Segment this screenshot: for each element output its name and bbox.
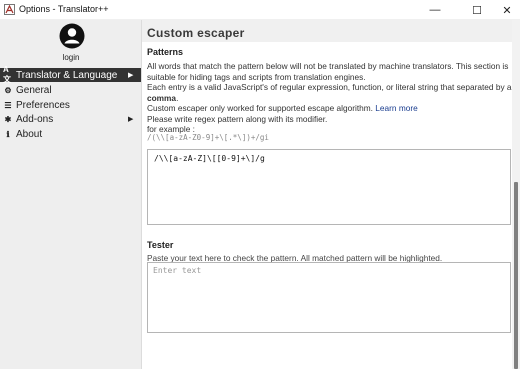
learn-more-link[interactable]: Learn more xyxy=(375,103,417,113)
example-pattern: /(\\[a-zA-Z0-9]+\[.*\])+/gi xyxy=(147,133,269,142)
chevron-right-icon: ▶ xyxy=(128,116,134,123)
patterns-description: All words that match the pattern below w… xyxy=(147,61,512,135)
tester-heading: Tester xyxy=(147,240,174,250)
settings-content: Custom escaper Patterns All words that m… xyxy=(142,20,512,369)
section-title: Custom escaper xyxy=(147,26,245,40)
title-bar: Options - Translator++ — ☐ ✕ xyxy=(0,0,520,20)
patterns-heading: Patterns xyxy=(147,47,184,57)
gear-icon: ⚙ xyxy=(4,85,12,95)
sidebar-item-label: About xyxy=(16,128,43,140)
sidebar-item-label: Add-ons xyxy=(16,113,54,125)
maximize-button[interactable]: ☐ xyxy=(460,0,494,20)
scrollbar-thumb[interactable] xyxy=(514,182,518,369)
minimize-button[interactable]: — xyxy=(418,0,452,20)
sidebar-item-label: General xyxy=(16,84,52,96)
close-button[interactable]: ✕ xyxy=(494,0,520,20)
period: . xyxy=(176,92,179,103)
user-avatar-icon[interactable] xyxy=(59,23,85,49)
section-header: Custom escaper xyxy=(142,20,512,42)
sidebar-item-label: Preferences xyxy=(16,99,70,111)
sidebar-item-translator-language[interactable]: A文 Translator & Language ▶ xyxy=(0,65,141,84)
sidebar-item-general[interactable]: ⚙ General xyxy=(0,83,141,97)
sidebar-item-about[interactable]: ℹ About xyxy=(0,127,141,141)
description-line: Please write regex pattern along with it… xyxy=(147,113,328,124)
puzzle-icon: ✱ xyxy=(4,114,12,124)
escape-support-note: Custom escaper only worked for supported… xyxy=(147,103,373,113)
tester-input[interactable] xyxy=(147,262,511,333)
translate-icon: A文 xyxy=(3,65,11,84)
login-link[interactable]: login xyxy=(0,53,142,62)
pattern-input[interactable]: /\\[a-zA-Z]\[[0-9]+\]/g xyxy=(147,149,511,225)
comma-keyword: comma xyxy=(147,92,177,103)
description-line: suitable for hiding tags and scripts fro… xyxy=(147,71,366,82)
description-line: comma. xyxy=(147,93,507,104)
info-icon: ℹ xyxy=(6,129,10,139)
chevron-right-icon: ▶ xyxy=(128,72,134,79)
sidebar-item-label: Translator & Language xyxy=(16,69,118,81)
sidebar-item-preferences[interactable]: ☰ Preferences xyxy=(0,98,141,112)
app-logo-icon xyxy=(4,4,15,15)
sidebar: login A文 Translator & Language ▶ ⚙ Gener… xyxy=(0,20,142,369)
window-title: Options - Translator++ xyxy=(19,4,109,14)
sidebar-item-add-ons[interactable]: ✱ Add-ons ▶ xyxy=(0,112,141,126)
vertical-scrollbar[interactable] xyxy=(512,20,520,369)
description-line: Each entry is a valid JavaScript's of re… xyxy=(147,82,512,92)
description-line: Custom escaper only worked for supported… xyxy=(147,103,507,114)
list-icon: ☰ xyxy=(4,100,12,110)
description-line: All words that match the pattern below w… xyxy=(147,61,509,71)
